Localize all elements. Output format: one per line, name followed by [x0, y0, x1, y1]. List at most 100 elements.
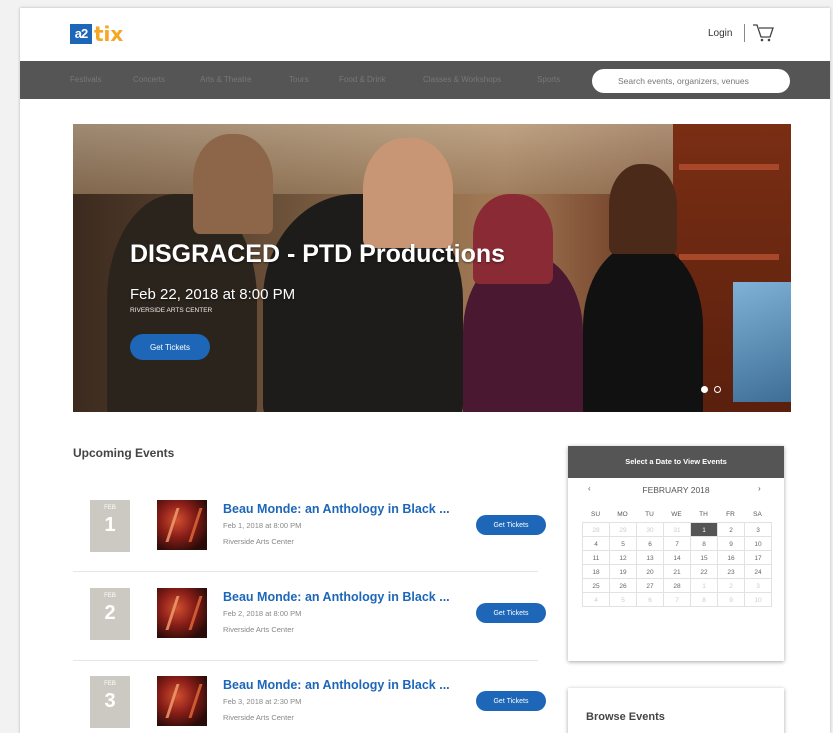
calendar-day[interactable]: 4 — [582, 592, 610, 607]
calendar-weekday: FR — [726, 511, 735, 518]
event-day: 2 — [104, 602, 116, 624]
event-venue: Riverside Arts Center — [223, 537, 294, 546]
cart-icon[interactable] — [752, 23, 774, 43]
calendar-day[interactable]: 7 — [663, 592, 691, 607]
calendar-day[interactable]: 18 — [582, 564, 610, 579]
hero-banner[interactable]: DISGRACED - PTD Productions Feb 22, 2018… — [73, 124, 791, 412]
event-row[interactable]: FEB 2 Beau Monde: an Anthology in Black … — [73, 588, 546, 676]
logo-mark: a2 — [70, 24, 92, 44]
event-thumbnail[interactable] — [157, 676, 207, 726]
calendar-day[interactable]: 21 — [663, 564, 691, 579]
calendar-day[interactable]: 20 — [636, 564, 664, 579]
event-datetime: Feb 2, 2018 at 8:00 PM — [223, 609, 302, 618]
calendar-day[interactable]: 14 — [663, 550, 691, 565]
calendar-day[interactable]: 5 — [609, 536, 637, 551]
nav-classes-workshops[interactable]: Classes & Workshops — [423, 75, 501, 84]
event-row[interactable]: FEB 1 Beau Monde: an Anthology in Black … — [73, 500, 546, 588]
calendar-day[interactable]: 1 — [690, 522, 718, 537]
event-row[interactable]: FEB 3 Beau Monde: an Anthology in Black … — [73, 676, 546, 733]
hero-shelf — [679, 254, 779, 260]
event-title[interactable]: Beau Monde: an Anthology in Black ... — [223, 590, 450, 604]
search-input[interactable] — [592, 69, 790, 93]
calendar-day[interactable]: 9 — [717, 536, 745, 551]
site-logo[interactable]: a2 tix — [70, 22, 123, 46]
calendar-day[interactable]: 6 — [636, 536, 664, 551]
calendar-day[interactable]: 29 — [609, 522, 637, 537]
calendar-day[interactable]: 28 — [582, 522, 610, 537]
calendar-day[interactable]: 12 — [609, 550, 637, 565]
calendar-day[interactable]: 13 — [636, 550, 664, 565]
calendar-next-icon[interactable]: › — [758, 484, 761, 493]
calendar-day[interactable]: 1 — [690, 578, 718, 593]
event-divider — [73, 660, 538, 661]
nav-concerts[interactable]: Concerts — [133, 75, 165, 84]
nav-sports[interactable]: Sports — [537, 75, 560, 84]
event-venue: Riverside Arts Center — [223, 713, 294, 722]
event-divider — [73, 571, 538, 572]
calendar-day[interactable]: 2 — [717, 522, 745, 537]
browse-events-title: Browse Events — [586, 711, 665, 723]
calendar-day[interactable]: 24 — [744, 564, 772, 579]
calendar-day[interactable]: 4 — [582, 536, 610, 551]
event-title[interactable]: Beau Monde: an Anthology in Black ... — [223, 678, 450, 692]
hero-figure-head — [193, 134, 273, 234]
top-header: a2 tix Login — [20, 8, 830, 58]
hero-figure-head — [363, 138, 453, 248]
calendar-day[interactable]: 3 — [744, 578, 772, 593]
nav-food-drink[interactable]: Food & Drink — [339, 75, 386, 84]
calendar-day[interactable]: 6 — [636, 592, 664, 607]
calendar-header: Select a Date to View Events — [568, 446, 784, 478]
calendar-day[interactable]: 8 — [690, 592, 718, 607]
logo-text: tix — [94, 22, 124, 46]
calendar-weekday: TU — [645, 511, 654, 518]
calendar-day[interactable]: 10 — [744, 536, 772, 551]
calendar-day[interactable]: 10 — [744, 592, 772, 607]
calendar-day[interactable]: 19 — [609, 564, 637, 579]
carousel-dot[interactable] — [714, 386, 721, 393]
calendar-day[interactable]: 3 — [744, 522, 772, 537]
calendar-day[interactable]: 23 — [717, 564, 745, 579]
event-get-tickets-button[interactable]: Get Tickets — [476, 515, 546, 535]
calendar-day[interactable]: 2 — [717, 578, 745, 593]
event-date-box: FEB 2 — [90, 588, 130, 640]
calendar-day[interactable]: 16 — [717, 550, 745, 565]
event-venue: Riverside Arts Center — [223, 625, 294, 634]
hero-date: Feb 22, 2018 at 8:00 PM — [130, 286, 296, 303]
calendar-day[interactable]: 17 — [744, 550, 772, 565]
event-date-box: FEB 1 — [90, 500, 130, 552]
carousel-dots — [701, 386, 721, 393]
calendar-day[interactable]: 31 — [663, 522, 691, 537]
event-get-tickets-button[interactable]: Get Tickets — [476, 603, 546, 623]
calendar-day[interactable]: 27 — [636, 578, 664, 593]
event-month: FEB — [104, 593, 116, 599]
nav-festivals[interactable]: Festivals — [70, 75, 102, 84]
calendar-day[interactable]: 9 — [717, 592, 745, 607]
calendar-weekday: SA — [753, 511, 762, 518]
login-link[interactable]: Login — [708, 28, 732, 39]
calendar-day[interactable]: 11 — [582, 550, 610, 565]
calendar-day[interactable]: 7 — [663, 536, 691, 551]
calendar-day[interactable]: 22 — [690, 564, 718, 579]
event-thumbnail[interactable] — [157, 500, 207, 550]
carousel-dot[interactable] — [701, 386, 708, 393]
hero-figure-head — [473, 194, 553, 284]
calendar-day[interactable]: 28 — [663, 578, 691, 593]
event-title[interactable]: Beau Monde: an Anthology in Black ... — [223, 502, 450, 516]
hero-get-tickets-button[interactable]: Get Tickets — [130, 334, 210, 360]
hero-venue: RIVERSIDE ARTS CENTER — [130, 307, 213, 314]
main-nav: Festivals Concerts Arts & Theatre Tours … — [20, 61, 830, 99]
calendar-day[interactable]: 26 — [609, 578, 637, 593]
event-month: FEB — [104, 681, 116, 687]
calendar-day[interactable]: 15 — [690, 550, 718, 565]
calendar-month: FEBRUARY 2018 — [642, 485, 710, 495]
calendar-day[interactable]: 5 — [609, 592, 637, 607]
calendar-day[interactable]: 30 — [636, 522, 664, 537]
event-get-tickets-button[interactable]: Get Tickets — [476, 691, 546, 711]
header-divider — [744, 24, 745, 42]
event-thumbnail[interactable] — [157, 588, 207, 638]
calendar-day[interactable]: 8 — [690, 536, 718, 551]
nav-tours[interactable]: Tours — [289, 75, 309, 84]
nav-arts-theatre[interactable]: Arts & Theatre — [200, 75, 251, 84]
calendar-day[interactable]: 25 — [582, 578, 610, 593]
calendar-weekday: TH — [699, 511, 708, 518]
